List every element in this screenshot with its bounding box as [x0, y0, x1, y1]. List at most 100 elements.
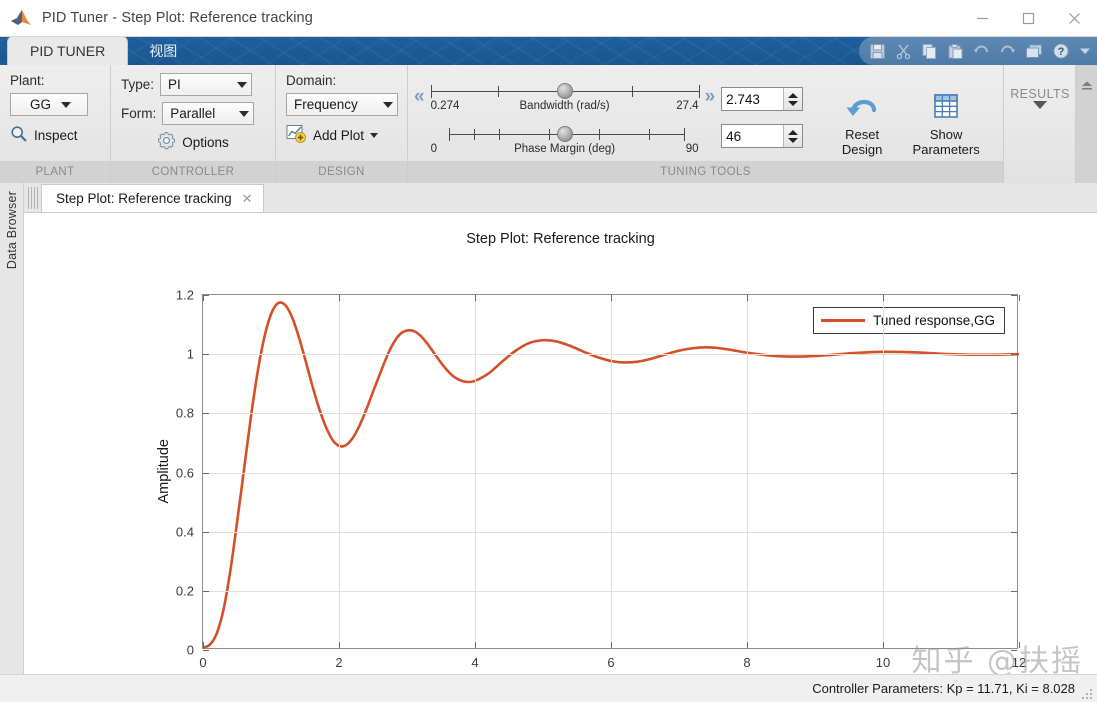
- caret-up-icon[interactable]: [788, 129, 799, 135]
- phase-margin-value-input[interactable]: 46: [721, 124, 804, 148]
- collapse-ribbon-button[interactable]: [1075, 65, 1097, 183]
- bandwidth-stepper[interactable]: [783, 88, 803, 110]
- tick-top: [203, 295, 204, 301]
- ribbon-group-results: RESULTS: [1003, 65, 1075, 183]
- close-icon[interactable]: [1051, 0, 1097, 37]
- caret-up-icon[interactable]: [788, 92, 799, 98]
- gridline-horizontal: [203, 472, 1017, 474]
- tuning-sliders: 0.274 Bandwidth (rad/s) 27.4 0 Phase Mar…: [430, 83, 700, 159]
- chevron-down-icon: [237, 81, 248, 88]
- reset-design-button[interactable]: Reset Design: [823, 83, 901, 158]
- tick-bottom: [1019, 642, 1020, 648]
- tick-bottom: [747, 642, 748, 648]
- undo-arrow-icon: [843, 87, 881, 127]
- tab-drag-handle[interactable]: [28, 187, 38, 209]
- bandwidth-slider-knob[interactable]: [556, 83, 573, 99]
- x-tick-label: 12: [1011, 655, 1027, 670]
- options-button[interactable]: Options: [121, 131, 265, 153]
- phase-margin-max-label: 90: [685, 143, 699, 155]
- layout-icon[interactable]: [1025, 43, 1043, 60]
- legend-label: Tuned response,GG: [873, 313, 995, 328]
- plant-select-value: GG: [29, 97, 51, 112]
- tab-view[interactable]: 视图: [127, 37, 199, 65]
- data-browser-rail[interactable]: Data Browser: [0, 183, 24, 700]
- chevrons-right-icon[interactable]: »: [705, 83, 716, 106]
- tick-bottom: [475, 642, 476, 648]
- caret-down-icon[interactable]: [788, 137, 799, 143]
- reset-design-label-line2: Design: [841, 142, 883, 158]
- bandwidth-value-text: 2.743: [726, 91, 760, 107]
- domain-select[interactable]: Frequency: [286, 93, 398, 116]
- bandwidth-value-input[interactable]: 2.743: [721, 87, 804, 111]
- phase-margin-name-label: Phase Margin (deg): [514, 143, 616, 155]
- options-label: Options: [182, 134, 229, 150]
- phase-margin-slider-knob[interactable]: [556, 126, 573, 142]
- x-tick-label: 6: [607, 655, 615, 670]
- close-tab-icon[interactable]: ✕: [242, 191, 253, 207]
- y-axis-title: Amplitude: [156, 439, 172, 504]
- caret-down-icon[interactable]: [788, 100, 799, 106]
- table-icon: [928, 87, 964, 127]
- help-icon[interactable]: ?: [1052, 42, 1070, 60]
- chevrons-left-icon[interactable]: «: [414, 83, 425, 106]
- gridline-horizontal: [203, 531, 1017, 533]
- chevron-down-icon: [239, 110, 250, 117]
- x-tick-label: 8: [743, 655, 751, 670]
- tick-bottom: [339, 642, 340, 648]
- tick-left: [203, 413, 209, 415]
- bandwidth-slider[interactable]: 0.274 Bandwidth (rad/s) 27.4: [430, 83, 700, 116]
- gridline-vertical: [339, 295, 340, 648]
- tab-pid-tuner[interactable]: PID TUNER: [8, 37, 128, 65]
- collapse-ribbon-icon: [1081, 81, 1092, 90]
- minimize-icon[interactable]: [959, 0, 1005, 37]
- plot-title: Step Plot: Reference tracking: [466, 231, 655, 247]
- tick-bottom: [883, 642, 884, 648]
- resize-grip[interactable]: [1082, 687, 1094, 699]
- form-select[interactable]: Parallel: [162, 102, 255, 125]
- save-icon[interactable]: [869, 43, 886, 60]
- bandwidth-name-label: Bandwidth (rad/s): [519, 100, 610, 112]
- document-tab-step-plot[interactable]: Step Plot: Reference tracking ✕: [41, 184, 264, 212]
- gridline-horizontal: [203, 354, 1017, 356]
- caret-down-icon[interactable]: [1033, 101, 1047, 109]
- show-parameters-button[interactable]: Show Parameters: [907, 83, 985, 158]
- type-select[interactable]: PI: [160, 73, 253, 96]
- undo-icon[interactable]: [973, 43, 990, 60]
- tuning-value-fields: 2.743 46: [721, 83, 804, 148]
- gridline-vertical: [475, 295, 476, 648]
- tick-top: [475, 295, 476, 301]
- inspect-label: Inspect: [34, 128, 78, 143]
- tick-right: [1011, 590, 1017, 592]
- y-tick-label: 0.2: [175, 583, 194, 599]
- paste-icon[interactable]: [947, 43, 964, 60]
- gridline-horizontal: [203, 413, 1017, 415]
- show-parameters-label-line2: Parameters: [912, 142, 980, 158]
- ribbon: PID TUNER 视图 ? Plant: GG Inspect PLANT T…: [0, 37, 1097, 183]
- cut-icon[interactable]: [895, 43, 912, 60]
- document-tab-label: Step Plot: Reference tracking: [56, 191, 232, 206]
- tick-right: [1011, 295, 1017, 296]
- add-plot-button[interactable]: Add Plot: [286, 124, 397, 146]
- bandwidth-max-label: 27.4: [676, 100, 699, 112]
- phase-margin-stepper[interactable]: [783, 125, 803, 147]
- qat-dropdown-icon[interactable]: [1079, 45, 1091, 57]
- tick-right: [1011, 650, 1017, 651]
- quick-access-toolbar: ?: [859, 37, 1097, 65]
- copy-icon[interactable]: [921, 43, 938, 60]
- x-tick-label: 2: [335, 655, 343, 670]
- ribbon-group-controller: Type: PI Form: Parallel Options CONTROLL…: [110, 65, 275, 183]
- section-label-tuning-tools: TUNING TOOLS: [408, 161, 1003, 183]
- tick-left: [203, 531, 209, 533]
- tick-bottom: [611, 642, 612, 648]
- tick-right: [1011, 472, 1017, 474]
- domain-select-value: Frequency: [294, 97, 358, 112]
- chevron-down-icon: [370, 132, 379, 138]
- plot-legend[interactable]: Tuned response,GG: [813, 307, 1005, 334]
- redo-icon[interactable]: [999, 43, 1016, 60]
- x-tick-label: 4: [471, 655, 479, 670]
- phase-margin-slider[interactable]: 0 Phase Margin (deg) 90: [431, 126, 699, 159]
- inspect-button[interactable]: Inspect: [10, 125, 100, 146]
- gear-icon: [157, 131, 176, 153]
- plant-select[interactable]: GG: [10, 93, 88, 116]
- maximize-icon[interactable]: [1005, 0, 1051, 37]
